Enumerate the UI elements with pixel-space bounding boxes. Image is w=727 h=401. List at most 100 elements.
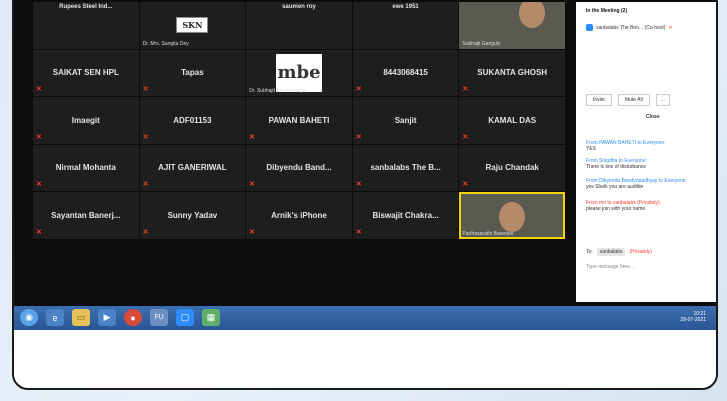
- message-text: yes Sheik you are audible: [586, 184, 644, 190]
- participant-name: 8443068415: [383, 68, 428, 78]
- participant-name: Sunny Yadav: [167, 210, 218, 220]
- mic-muted-icon: ✕: [142, 86, 149, 93]
- participant-tile[interactable]: Imaegit ✕: [33, 97, 139, 144]
- participant-tile[interactable]: ewe 1951: [352, 2, 459, 49]
- to-label: To:: [586, 249, 593, 255]
- participant-name: ADF01153: [173, 115, 212, 125]
- participants-actions: Invite Mute All ...: [586, 94, 670, 106]
- mic-muted-icon: ✕: [36, 181, 42, 188]
- participant-tile[interactable]: PAWAN BAHETI ✕: [246, 97, 352, 144]
- folder-icon[interactable]: ▭: [72, 309, 90, 326]
- mic-muted-icon: ✕: [36, 133, 42, 141]
- windows-taskbar: ◉ e ▭ ▶ ● FU ▢ ▦ 10:21 28-07-2021: [14, 306, 716, 330]
- chat-message: From Dibyendu Bandyopadhyay to Everyone:…: [586, 178, 711, 190]
- participant-row-name: sanbalabs The Bon... (Co-host): [596, 24, 666, 31]
- participant-tile[interactable]: SUKANTA GHOSH ✕: [459, 49, 565, 96]
- participant-tile[interactable]: SKN Dr. Mrs. Sangita Dey: [139, 2, 246, 49]
- mic-muted-icon: ✕: [355, 133, 362, 141]
- chat-recipient: To: sanbalabs (Privately): [586, 248, 652, 256]
- recipient-select[interactable]: sanbalabs: [596, 248, 626, 256]
- mic-muted-icon: ✕: [249, 228, 256, 236]
- system-tray: 10:21 28-07-2021: [680, 311, 706, 323]
- message-text: YES: [586, 146, 597, 152]
- participant-tile[interactable]: Dibyendu Band... ✕: [246, 144, 352, 191]
- participant-tile[interactable]: Biswajit Chakra... ✕: [352, 192, 459, 239]
- clock-date: 28-07-2021: [680, 317, 706, 323]
- mic-muted-icon: ✕: [355, 181, 362, 188]
- participant-caption: Parthasarathi Banerjee: [462, 230, 514, 237]
- participant-tile[interactable]: Sunny Yadav ✕: [139, 192, 246, 239]
- app-fu-icon[interactable]: FU: [150, 309, 168, 326]
- zoom-icon[interactable]: ▢: [176, 309, 194, 326]
- device-frame: Rupees Steel Ind... SKN Dr. Mrs. Sangita…: [12, 0, 718, 390]
- mute-all-button[interactable]: Mute All: [617, 94, 650, 106]
- participant-name: Imaegit: [71, 115, 100, 125]
- mic-muted-icon: ✕: [462, 133, 469, 141]
- participant-tile[interactable]: AJIT GANERIWAL ✕: [139, 144, 246, 191]
- message-text: There is lots of disturbance: [586, 164, 647, 170]
- participant-tile[interactable]: KAMAL DAS ✕: [459, 97, 565, 144]
- participant-grid: Rupees Steel Ind... SKN Dr. Mrs. Sangita…: [33, 2, 565, 286]
- start-button[interactable]: ◉: [20, 309, 38, 326]
- participant-name: ewe 1951: [392, 4, 419, 10]
- participant-tile[interactable]: Sanjit ✕: [352, 97, 459, 144]
- participant-tile[interactable]: ADF01153 ✕: [139, 97, 246, 144]
- participant-tile[interactable]: Arnik's iPhone ✕: [246, 192, 352, 239]
- app-icon[interactable]: ▦: [202, 309, 220, 326]
- participant-tile[interactable]: Tapas ✕: [139, 49, 246, 96]
- participant-name: Dibyendu Band...: [266, 163, 332, 173]
- mic-muted-icon: ✕: [355, 228, 362, 236]
- participant-name: PAWAN BAHETI: [268, 115, 330, 125]
- participant-tile[interactable]: mbe Dr. Subhajit Bhattacharya: [246, 49, 352, 96]
- more-button[interactable]: ...: [655, 94, 670, 106]
- participant-face: [499, 202, 526, 232]
- participant-tile[interactable]: SAIKAT SEN HPL ✕: [33, 49, 139, 96]
- mic-muted-icon: ✕: [142, 228, 149, 236]
- media-icon[interactable]: ▶: [98, 309, 116, 326]
- participant-tile[interactable]: Rupees Steel Ind...: [33, 2, 139, 49]
- participant-video[interactable]: Subhajit Ganguly: [459, 2, 565, 49]
- avatar: [586, 24, 593, 31]
- participant-caption: Dr. Subhajit Bhattacharya: [249, 88, 306, 94]
- participant-name: Raju Chandak: [485, 163, 539, 173]
- participant-name: Tapas: [181, 68, 204, 78]
- participant-name: saumen roy: [282, 4, 316, 10]
- participant-tile[interactable]: 8443068415 ✕: [352, 49, 459, 96]
- chat-input[interactable]: Type message here...: [586, 264, 634, 270]
- invite-button[interactable]: Invite: [586, 94, 612, 106]
- zoom-window: Rupees Steel Ind... SKN Dr. Mrs. Sangita…: [14, 0, 716, 330]
- participant-tile[interactable]: Nirmal Mohanta ✕: [33, 144, 139, 191]
- participant-name: Arnik's iPhone: [271, 210, 327, 220]
- participant-name: Sayantan Banerj...: [51, 210, 121, 220]
- chat-panel: In the Meeting (2) sanbalabs The Bon... …: [576, 2, 716, 302]
- chat-message: From me to sanbalabs (Privately): please…: [586, 200, 711, 212]
- participant-tile[interactable]: saumen roy: [246, 2, 352, 49]
- mic-muted-icon: ✕: [36, 86, 42, 93]
- active-speaker-video[interactable]: Parthasarathi Banerjee: [459, 192, 565, 239]
- participant-caption: Subhajit Ganguly: [462, 40, 501, 47]
- video-off-icon: ✕: [668, 24, 673, 31]
- message-text: please join with your name: [586, 206, 646, 212]
- chat-message: From Snigdha to Everyone: There is lots …: [586, 158, 706, 170]
- chrome-icon[interactable]: ●: [124, 309, 142, 326]
- participant-name: AJIT GANERIWAL: [158, 163, 227, 173]
- ie-icon[interactable]: e: [46, 309, 64, 326]
- participant-name: SAIKAT SEN HPL: [52, 68, 119, 78]
- participant-caption: Dr. Mrs. Sangita Dey: [142, 40, 189, 47]
- participant-name: Biswajit Chakra...: [372, 210, 439, 220]
- mic-muted-icon: ✕: [462, 86, 469, 93]
- participant-tile[interactable]: Raju Chandak ✕: [459, 144, 565, 191]
- privately-label: (Privately): [629, 249, 652, 255]
- participant-tile[interactable]: sanbalabs The B... ✕: [352, 144, 459, 191]
- participant-name: sanbalabs The B...: [370, 163, 441, 173]
- close-button[interactable]: Close: [646, 114, 660, 120]
- participant-row[interactable]: sanbalabs The Bon... (Co-host) ✕: [586, 24, 673, 31]
- mic-muted-icon: ✕: [462, 181, 469, 188]
- participant-face: [519, 2, 546, 28]
- mic-muted-icon: ✕: [249, 181, 256, 188]
- participant-name: KAMAL DAS: [488, 115, 537, 125]
- participant-tile[interactable]: Sayantan Banerj... ✕: [33, 192, 139, 239]
- grid-empty-row: [33, 239, 565, 286]
- participant-name: Sanjit: [394, 115, 417, 125]
- participant-name: SUKANTA GHOSH: [477, 68, 548, 78]
